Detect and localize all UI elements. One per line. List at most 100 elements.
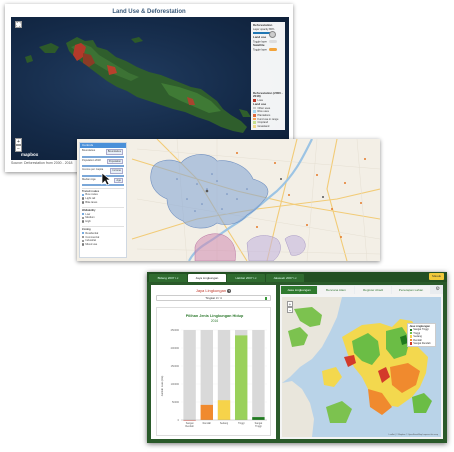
landuse-swatch bbox=[253, 121, 256, 124]
satellite-toggle[interactable] bbox=[269, 47, 277, 52]
control-row-chip[interactable]: Population bbox=[106, 158, 123, 165]
x-tick-label: Rendah bbox=[203, 422, 212, 425]
map-legend-swatch bbox=[409, 331, 413, 335]
zoom-out-button[interactable]: − bbox=[287, 307, 293, 313]
map-legend-swatch bbox=[409, 342, 413, 345]
control-row-slider[interactable] bbox=[82, 165, 124, 167]
landuse-swatch bbox=[253, 117, 256, 121]
road-map-card: Controls Boundaries Boundaries Population … bbox=[77, 139, 380, 261]
map-legend-swatch bbox=[409, 335, 413, 338]
source-note: Source: Deforestation from 2000 - 2018 bbox=[11, 161, 73, 165]
land-cover-shapes bbox=[282, 297, 432, 437]
bar[interactable] bbox=[217, 400, 231, 420]
walk-option[interactable]: High bbox=[82, 220, 124, 224]
bar[interactable] bbox=[200, 404, 213, 420]
x-tick-label: Tinggi bbox=[255, 425, 262, 428]
x-tick-label: Tinggi bbox=[238, 422, 245, 425]
bar-background bbox=[252, 330, 265, 420]
transit-options: Bus routes Light rail Bike lanes bbox=[82, 193, 124, 205]
zoom-in-button[interactable]: + bbox=[15, 138, 22, 145]
zone-options: Residential Commercial Industrial Mixed use bbox=[82, 232, 124, 248]
y-tick-label: 50000 bbox=[172, 401, 180, 404]
walk-option-label: High bbox=[85, 220, 91, 224]
transit-option[interactable]: Bike lanes bbox=[82, 201, 124, 205]
y-tick-label: 0 bbox=[178, 419, 180, 422]
control-row-label: Boundaries bbox=[82, 149, 96, 152]
x-tick-label: Sedang bbox=[220, 422, 229, 425]
landuse-legend-item: Grassland bbox=[253, 125, 283, 129]
control-row-chip[interactable]: Income bbox=[110, 168, 123, 174]
mapbox-logo: mapbox bbox=[21, 152, 39, 157]
opacity-slider[interactable] bbox=[253, 30, 276, 38]
control-row-label: Population 2018 bbox=[82, 158, 101, 162]
map-control-panel: Controls Boundaries Boundaries Population … bbox=[79, 142, 127, 258]
zone-option[interactable]: Mixed use bbox=[82, 243, 124, 247]
control-row-chip[interactable]: Age bbox=[114, 177, 123, 184]
landuse-swatch bbox=[253, 125, 256, 128]
map-legend-item: Sangat Rendah bbox=[409, 342, 434, 346]
deforestation-layer-sub: Layer opacity 80% bbox=[253, 27, 275, 31]
tab-jaya-lingkungan[interactable]: Jaya Lingkungan bbox=[188, 274, 226, 282]
map-attribution: Leaflet | © Mapbox © OpenStreetMap Impro… bbox=[388, 434, 438, 436]
layer-control-panel: Deforestation Layer opacity 80% Land use… bbox=[251, 22, 285, 130]
control-row[interactable]: Population 2018 Population bbox=[82, 158, 124, 165]
landuse-swatch bbox=[253, 106, 256, 110]
map-legend-items: Sangat Tinggi Tinggi Sedang Rendah Sangat Re… bbox=[409, 328, 434, 346]
environment-dashboard-card: Bidang 2007 t.c Jaya Lingkungan Habitat … bbox=[147, 272, 447, 443]
chart-subtitle: 2016 bbox=[211, 319, 219, 323]
land-cover-map[interactable]: + − Jasa Lingkungan Sangat Tinggi Tinggi S… bbox=[282, 297, 441, 437]
control-row-label: Median Age bbox=[82, 177, 96, 181]
map-tab-bar: Jasa Lingkungan Bencana Alam Register Ab… bbox=[280, 285, 443, 294]
fullscreen-icon[interactable]: ⛶ bbox=[15, 21, 22, 28]
chart-panel-title: Jaya Lingkungan ? bbox=[151, 288, 276, 293]
bar[interactable] bbox=[252, 417, 265, 420]
transit-option-label: Bus routes bbox=[85, 193, 98, 197]
help-icon[interactable]: ? bbox=[227, 289, 232, 293]
chart-panel-title-text: Jaya Lingkungan bbox=[195, 288, 227, 293]
control-panel-title: Controls bbox=[80, 143, 126, 148]
zone-option-label: Residential bbox=[85, 231, 99, 235]
map-legend-label: Sangat Rendah bbox=[413, 342, 431, 346]
x-tick-label: Rendah bbox=[185, 425, 194, 428]
landuse-legend-list: Other uses Rice uses Plantations Fund use i… bbox=[253, 107, 283, 129]
landuse-swatch bbox=[253, 113, 256, 117]
landuse-toggle[interactable] bbox=[269, 39, 277, 44]
tab-register-abadi[interactable]: Register Abadi bbox=[355, 285, 391, 294]
y-tick-label: 200000 bbox=[171, 347, 180, 350]
login-button[interactable]: Masuk bbox=[429, 273, 444, 280]
walk-options: Low Medium High bbox=[82, 213, 124, 225]
level-select[interactable]: Tingkat 3 / 4 bbox=[156, 295, 271, 301]
tab-jasa-lingkungan[interactable]: Jasa Lingkungan bbox=[281, 285, 317, 294]
walk-option-label: Medium bbox=[85, 216, 95, 220]
chart-title: Pilihan Jenis Lingkungan Hidup bbox=[186, 314, 244, 318]
map-panel: Jasa Lingkungan Bencana Alam Register Ab… bbox=[280, 285, 443, 439]
transit-option-label: Bike lanes bbox=[85, 201, 98, 205]
top-tab-bar: Bidang 2007 t.c Jaya Lingkungan Habitat … bbox=[147, 272, 447, 282]
control-row[interactable]: Boundaries Boundaries bbox=[82, 149, 124, 155]
bar-background bbox=[183, 330, 196, 420]
bar[interactable] bbox=[235, 335, 248, 420]
zoom-out-button[interactable]: − bbox=[15, 145, 22, 152]
tab-bencana-alam[interactable]: Bencana Alam bbox=[318, 285, 354, 294]
y-tick-label: 100000 bbox=[171, 383, 180, 386]
screenshot-collage: Land Use & Deforestation ⛶ + − mapbox De… bbox=[0, 0, 454, 452]
tab-bidang[interactable]: Bidang 2007 t.c bbox=[149, 274, 187, 282]
chevron-down-icon bbox=[265, 297, 267, 300]
mouse-cursor-icon bbox=[101, 172, 111, 186]
chart-panel: Jaya Lingkungan ? Tingkat 3 / 4 Pilihan … bbox=[151, 285, 276, 439]
gear-icon[interactable]: ⚙ bbox=[436, 286, 440, 292]
landuse-swatch bbox=[253, 110, 256, 113]
bar-chart: Pilihan Jenis Lingkungan Hidup 2016 Juml… bbox=[156, 307, 271, 436]
satellite-toggle-sub: Toggle layer bbox=[253, 47, 267, 51]
tab-jakaweb[interactable]: Jakaweb 2007 t.c bbox=[266, 274, 304, 282]
y-tick-label: 250000 bbox=[171, 329, 180, 332]
control-row-chip[interactable]: Boundaries bbox=[105, 149, 123, 155]
landuse-label: Rice uses bbox=[257, 110, 269, 114]
control-row-slider[interactable] bbox=[82, 155, 124, 158]
map-legend: Jasa Lingkungan Sangat Tinggi Tinggi Sedan… bbox=[407, 323, 436, 348]
deforestation-legend-title: Deforestation (2000 - 2018) bbox=[253, 90, 283, 99]
tab-habitat[interactable]: Habitat 2007 t.c bbox=[227, 274, 265, 282]
y-axis-label: Jumlah Luas (Ha) bbox=[160, 376, 164, 397]
tab-penetapan-lahan[interactable]: Penetapan Lahan bbox=[392, 285, 430, 294]
level-select-value: Tingkat 3 / 4 bbox=[205, 296, 222, 300]
